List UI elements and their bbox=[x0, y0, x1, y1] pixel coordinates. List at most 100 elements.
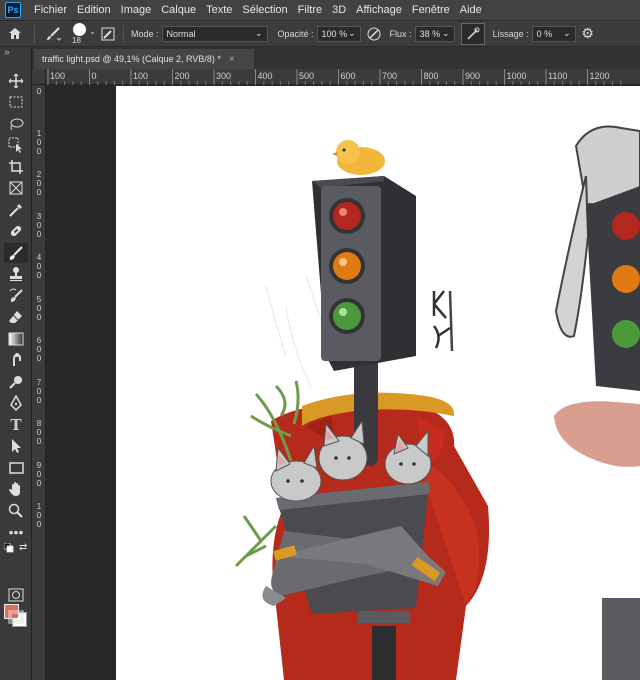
quick-mask-icon[interactable] bbox=[4, 585, 28, 605]
ruler-tick-label: 4 0 0 bbox=[36, 253, 42, 280]
opacity-input[interactable]: 100 % ⌄ bbox=[316, 25, 361, 42]
object-select-tool-icon[interactable] bbox=[4, 135, 28, 155]
eraser-tool-icon[interactable] bbox=[4, 307, 28, 327]
menu-fenetre[interactable]: Fenêtre bbox=[407, 0, 455, 20]
path-select-tool-icon[interactable] bbox=[4, 436, 28, 456]
document-tab-bar: traffic light.psd @ 49,1% (Calque 2, RVB… bbox=[32, 47, 640, 69]
ruler-tick-label: 1 0 0 bbox=[36, 128, 42, 156]
sketch-lines bbox=[265, 275, 327, 387]
marquee-tool-icon[interactable] bbox=[4, 92, 28, 112]
brush-tip-preview bbox=[73, 22, 86, 36]
eyedropper-tool-icon[interactable] bbox=[4, 200, 28, 220]
ruler-tick-label: 600 bbox=[340, 71, 356, 81]
ruler-tick-label: 1200 bbox=[589, 71, 610, 81]
menu-fichier[interactable]: Fichier bbox=[29, 0, 72, 20]
ruler-tick-label: 2 0 0 bbox=[36, 170, 42, 197]
flow-label: Flux : bbox=[389, 28, 412, 39]
menu-edition[interactable]: Edition bbox=[72, 0, 116, 20]
ruler-tick-label: 0 bbox=[36, 87, 42, 96]
zoom-tool-icon[interactable] bbox=[4, 501, 28, 521]
swap-colors-icon[interactable]: ⇄ bbox=[19, 542, 27, 553]
artwork bbox=[234, 125, 640, 680]
more-tools-icon[interactable]: ••• bbox=[4, 522, 28, 542]
signature bbox=[432, 290, 454, 352]
brush-tool-icon[interactable] bbox=[4, 243, 28, 263]
crop-tool-icon[interactable] bbox=[4, 157, 28, 177]
flow-value: 38 % bbox=[419, 28, 441, 39]
close-icon[interactable]: × bbox=[229, 54, 235, 65]
menu-texte[interactable]: Texte bbox=[201, 0, 237, 20]
healing-tool-icon[interactable] bbox=[4, 221, 28, 241]
default-colors-icon[interactable] bbox=[3, 542, 14, 556]
document-tab-title: traffic light.psd @ 49,1% (Calque 2, RVB… bbox=[42, 54, 221, 64]
menu-filtre[interactable]: Filtre bbox=[293, 0, 327, 20]
ruler-tick-label: 900 bbox=[465, 71, 481, 81]
ruler-origin[interactable] bbox=[32, 69, 46, 85]
smoothing-input[interactable]: 0 % ⌄ bbox=[531, 25, 576, 42]
brush-size-value: 18 bbox=[72, 35, 81, 45]
pen-tool-icon[interactable] bbox=[4, 393, 28, 413]
menu-3d[interactable]: 3D bbox=[327, 0, 351, 20]
ruler-tick-label: 1 0 0 bbox=[36, 502, 42, 529]
smudge-tool-icon[interactable] bbox=[4, 350, 28, 370]
mode-select[interactable]: Normal ⌄ bbox=[161, 25, 268, 42]
type-tool-icon[interactable]: T bbox=[4, 415, 28, 435]
brush-settings-icon[interactable] bbox=[97, 22, 119, 46]
ruler-tick-label: 200 bbox=[174, 71, 190, 81]
menu-bar: Ps Fichier Edition Image Calque Texte Sé… bbox=[0, 0, 640, 20]
mode-value: Normal bbox=[166, 28, 196, 39]
separator bbox=[34, 24, 35, 43]
ruler-tick-label: 5 0 0 bbox=[36, 294, 42, 322]
chevron-down-icon: ⌄ bbox=[442, 28, 450, 38]
chevron-down-icon: ⌄ bbox=[563, 28, 571, 38]
move-tool-icon[interactable] bbox=[4, 71, 28, 91]
document-tab[interactable]: traffic light.psd @ 49,1% (Calque 2, RVB… bbox=[34, 49, 254, 69]
gradient-tool-icon[interactable] bbox=[4, 329, 28, 349]
ruler-tick-label: 6 0 0 bbox=[36, 336, 42, 363]
pressure-opacity-icon[interactable] bbox=[361, 22, 387, 46]
ruler-tick-label: 0 bbox=[91, 71, 97, 81]
chick-figure bbox=[332, 140, 385, 175]
rectangle-tool-icon[interactable] bbox=[4, 458, 28, 478]
ruler-tick-label: 100 bbox=[50, 71, 66, 81]
flow-input[interactable]: 38 % ⌄ bbox=[414, 25, 455, 42]
hand-tool-icon[interactable] bbox=[4, 479, 28, 499]
brush-size-picker[interactable]: 18 ⌄ bbox=[67, 21, 97, 47]
options-bar: 18 ⌄ Mode : Normal ⌄ Opacité : 100 % ⌄ F… bbox=[0, 20, 640, 47]
chevron-down-icon: ⌄ bbox=[348, 28, 356, 38]
ruler-tick-label: 700 bbox=[382, 71, 398, 81]
chevron-down-icon: ⌄ bbox=[89, 26, 96, 36]
second-traffic-light-character bbox=[554, 125, 640, 680]
traffic-light bbox=[312, 176, 416, 371]
ruler-tick-label: 800 bbox=[423, 71, 439, 81]
stamp-tool-icon[interactable] bbox=[4, 264, 28, 284]
gear-icon[interactable]: ⚙ bbox=[576, 22, 600, 46]
vertical-ruler[interactable]: 0 1 0 0 2 0 0 3 0 0 4 0 0 5 0 0 6 0 0 7 0 0 8 0 … bbox=[32, 85, 46, 680]
canvas[interactable] bbox=[116, 86, 640, 680]
ruler-tick-label: 100 bbox=[133, 71, 149, 81]
airbrush-icon[interactable] bbox=[460, 22, 485, 45]
brush-preset-icon[interactable] bbox=[39, 22, 67, 46]
ruler-tick-label: 1100 bbox=[548, 71, 568, 81]
menu-calque[interactable]: Calque bbox=[156, 0, 201, 20]
collapse-panel-icon[interactable]: » bbox=[4, 47, 10, 58]
home-icon[interactable] bbox=[0, 22, 30, 46]
separator bbox=[123, 24, 124, 43]
menu-affichage[interactable]: Affichage bbox=[351, 0, 407, 20]
ruler-tick-label: 300 bbox=[216, 71, 232, 81]
opacity-value: 100 % bbox=[321, 28, 348, 39]
history-brush-tool-icon[interactable] bbox=[4, 286, 28, 306]
ruler-tick-label: 500 bbox=[299, 71, 315, 81]
chevron-down-icon: ⌄ bbox=[254, 28, 263, 38]
ruler-tick-label: 3 0 0 bbox=[36, 211, 42, 239]
screen-mode-icon[interactable] bbox=[4, 607, 28, 627]
menu-selection[interactable]: Sélection bbox=[237, 0, 292, 20]
lasso-tool-icon[interactable] bbox=[4, 114, 28, 134]
menu-image[interactable]: Image bbox=[116, 0, 157, 20]
horizontal-ruler[interactable]: 100 0 100 200 300 400 500 600 700 800 900 1000 1100 1… bbox=[46, 69, 640, 85]
frame-tool-icon[interactable] bbox=[4, 178, 28, 198]
ruler-tick-label: 7 0 0 bbox=[36, 377, 42, 405]
dodge-tool-icon[interactable] bbox=[4, 372, 28, 392]
menu-aide[interactable]: Aide bbox=[455, 0, 487, 20]
photoshop-logo[interactable]: Ps bbox=[5, 2, 21, 18]
